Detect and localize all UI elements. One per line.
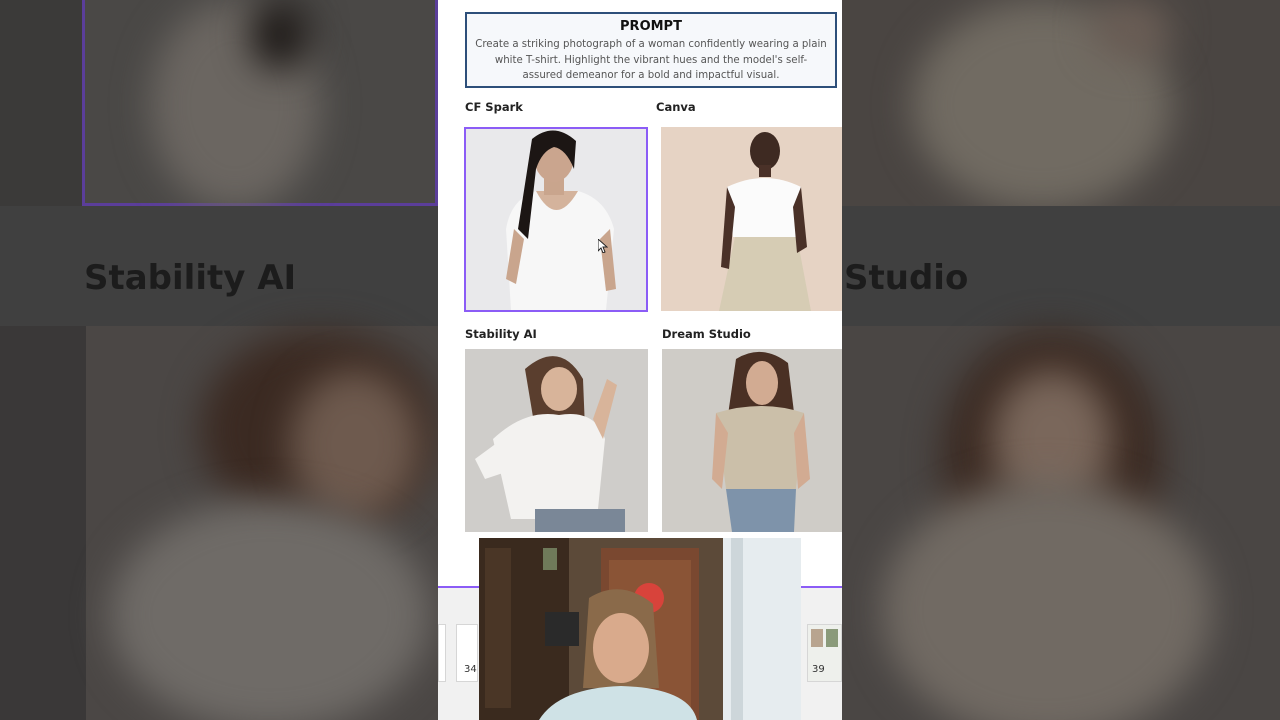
slide-page-number-left: 34: [464, 664, 477, 675]
background-right-blurred: Studio: [842, 0, 1280, 720]
background-label-left: Stability AI: [84, 258, 297, 298]
mouse-cursor-icon: [598, 239, 608, 253]
webcam-overlay: [479, 538, 801, 720]
image-stability-ai[interactable]: [465, 349, 648, 532]
woman-white-tshirt-image: [466, 129, 646, 310]
background-left-blurred: Stability AI: [0, 0, 438, 720]
label-stability-ai: Stability AI: [465, 327, 537, 341]
label-dream-studio: Dream Studio: [662, 327, 751, 341]
woman-white-tee-khaki-pants-image: [661, 127, 842, 311]
prompt-title: PROMPT: [620, 19, 682, 34]
slide-canvas: PROMPT Create a striking photograph of a…: [438, 0, 842, 720]
woman-beige-tee-jeans-image: [662, 349, 842, 532]
label-cf-spark: CF Spark: [465, 100, 523, 114]
slide-thumbnail[interactable]: [438, 624, 446, 682]
prompt-line-2: white T-shirt. Highlight the vibrant hue…: [494, 54, 808, 66]
prompt-text: Create a striking photograph of a woman …: [473, 37, 829, 84]
prompt-box: PROMPT Create a striking photograph of a…: [465, 12, 837, 88]
label-canva: Canva: [656, 100, 696, 114]
image-dream-studio[interactable]: [662, 349, 842, 532]
woman-hand-in-hair-image: [465, 349, 648, 532]
presenter-video-feed: [479, 538, 801, 720]
background-label-right: Studio: [844, 258, 969, 298]
prompt-line-1: Create a striking photograph of a woman …: [475, 39, 827, 50]
image-cf-spark[interactable]: [464, 127, 648, 312]
image-canva[interactable]: [661, 127, 842, 311]
prompt-line-3: assured demeanor for a bold and impactfu…: [522, 70, 780, 81]
slide-page-number-right: 39: [812, 664, 825, 675]
